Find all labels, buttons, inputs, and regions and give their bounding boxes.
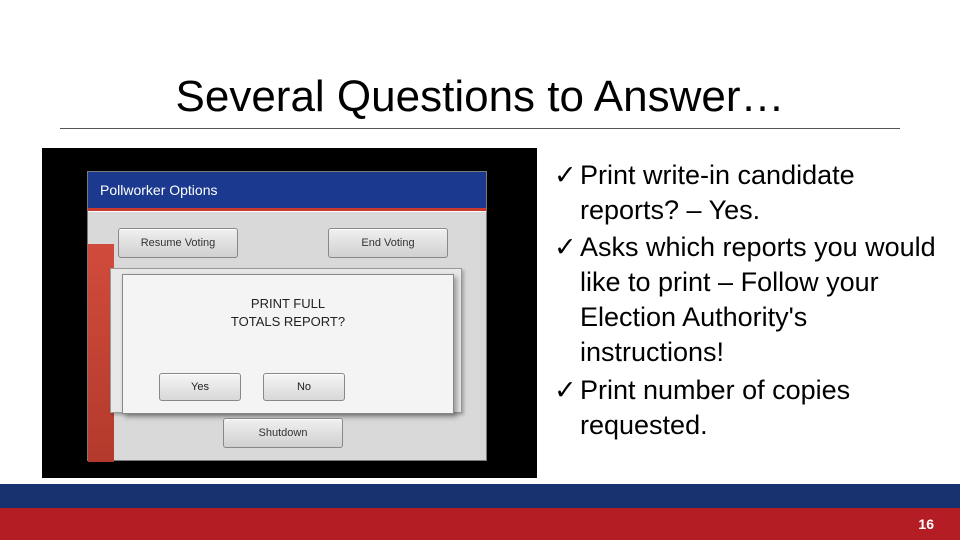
dialog-yes-label: Yes <box>191 381 209 393</box>
slide-title: Several Questions to Answer… <box>0 72 960 122</box>
dialog-yes-button[interactable]: Yes <box>159 373 241 401</box>
resume-voting-button[interactable]: Resume Voting <box>118 228 238 258</box>
dialog-no-button[interactable]: No <box>263 373 345 401</box>
bullet-text: Print number of copies requested. <box>580 373 940 443</box>
page-number: 16 <box>918 516 934 532</box>
end-voting-button[interactable]: End Voting <box>328 228 448 258</box>
list-item: ✓ Print number of copies requested. <box>554 373 940 443</box>
dialog-line2: TOTALS REPORT? <box>231 314 345 329</box>
window-title-text: Pollworker Options <box>100 182 218 198</box>
shutdown-button[interactable]: Shutdown <box>223 418 343 448</box>
shutdown-label: Shutdown <box>259 427 308 439</box>
dialog-prompt: PRINT FULL TOTALS REPORT? <box>231 295 345 330</box>
bullet-text: Asks which reports you would like to pri… <box>580 230 940 370</box>
resume-voting-label: Resume Voting <box>141 237 216 249</box>
pollworker-window: Pollworker Options Resume Voting End Vot… <box>87 171 487 461</box>
window-titlebar: Pollworker Options <box>88 172 486 208</box>
footer-stripe-blue <box>0 484 960 508</box>
checkmark-icon: ✓ <box>554 158 580 228</box>
bullet-text: Print write-in candidate reports? – Yes. <box>580 158 940 228</box>
footer-stripe-red <box>0 508 960 540</box>
window-accent-stripe <box>88 208 486 212</box>
checkmark-icon: ✓ <box>554 373 580 443</box>
title-underline <box>60 128 900 129</box>
end-voting-label: End Voting <box>361 237 414 249</box>
dialog-no-label: No <box>297 381 311 393</box>
list-item: ✓ Print write-in candidate reports? – Ye… <box>554 158 940 228</box>
list-item: ✓ Asks which reports you would like to p… <box>554 230 940 370</box>
dialog-line1: PRINT FULL <box>251 296 325 311</box>
pollworker-screenshot: Pollworker Options Resume Voting End Vot… <box>42 148 537 478</box>
checkmark-icon: ✓ <box>554 230 580 370</box>
print-report-dialog: PRINT FULL TOTALS REPORT? Yes No <box>122 274 454 414</box>
bullet-list: ✓ Print write-in candidate reports? – Ye… <box>554 158 940 445</box>
slide: Several Questions to Answer… Pollworker … <box>0 0 960 540</box>
